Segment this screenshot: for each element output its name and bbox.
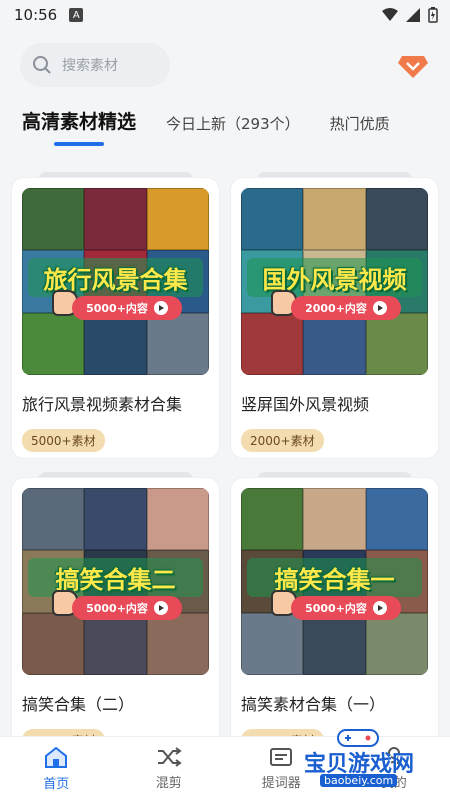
thumbnail-tile: [365, 188, 428, 251]
play-icon: [372, 601, 387, 615]
thumbnail-tile: [84, 612, 147, 675]
thumbnail-tile: [365, 312, 428, 375]
home-icon: [45, 746, 68, 768]
nav-item-remix[interactable]: 混剪: [113, 737, 226, 800]
content-count-pill: 2000+内容: [291, 296, 401, 320]
thumbnail-tile: [146, 612, 209, 675]
card-title: 搞笑合集（二）: [22, 695, 135, 714]
gamepad-icon: [337, 729, 379, 747]
thumbnail-tile: [303, 312, 366, 375]
nav-label-remix: 混剪: [155, 776, 182, 791]
material-count-badge: 2000+素材: [241, 429, 324, 452]
card-thumbnail: 旅行风景合集 5000+内容: [22, 188, 209, 375]
thumbnail-tile: [22, 188, 85, 251]
play-icon: [153, 601, 168, 615]
pill-text: 2000+内容: [305, 302, 367, 315]
search-icon: [33, 56, 51, 74]
tab-new-today[interactable]: 今日上新（293个）: [166, 113, 300, 148]
card-thumbnail: 国外风景视频 2000+内容: [241, 188, 428, 375]
signal-icon: [406, 8, 420, 22]
active-tab-indicator: [54, 142, 104, 146]
play-icon: [372, 301, 387, 315]
nav-label-home: 首页: [43, 777, 70, 792]
thumbnail-tile: [241, 188, 304, 251]
battery-icon: [428, 7, 438, 23]
material-grid: 旅行风景合集 5000+内容 旅行风景视频素材合集 5000+素材 国外风景视频…: [12, 172, 438, 758]
material-card[interactable]: 国外风景视频 2000+内容 竖屏国外风景视频 2000+素材: [231, 172, 438, 458]
pill-text: 5000+内容: [86, 602, 148, 615]
top-bar: 搜索素材: [0, 30, 450, 100]
thumbnail-tile: [365, 612, 428, 675]
status-bar: 10:56 A: [0, 0, 450, 30]
card-thumbnail: 搞笑合集二 5000+内容: [22, 488, 209, 675]
thumbnail-tile: [146, 188, 209, 251]
status-time: 10:56: [14, 6, 58, 24]
notification-icon: A: [69, 8, 84, 22]
thumbnail-tile: [241, 488, 304, 551]
category-tabs: 高清素材精选 今日上新（293个） 热门优质: [0, 100, 450, 148]
content-count-pill: 5000+内容: [72, 296, 182, 320]
search-input[interactable]: 搜索素材: [20, 43, 170, 87]
pill-text: 5000+内容: [86, 302, 148, 315]
thumbnail-tile: [146, 488, 209, 551]
nav-label-teleprompter: 提词器: [261, 776, 301, 791]
card-title: 旅行风景视频素材合集: [22, 395, 183, 414]
content-count-pill: 5000+内容: [291, 596, 401, 620]
pill-text: 5000+内容: [305, 602, 367, 615]
site-watermark: 宝贝游戏网 baobeiy.com: [304, 726, 416, 792]
card-title: 竖屏国外风景视频: [241, 395, 370, 414]
material-count-badge: 5000+素材: [22, 429, 105, 452]
thumbnail-tile: [146, 312, 209, 375]
search-placeholder: 搜索素材: [62, 58, 118, 74]
thumbnail-tile: [84, 488, 147, 551]
thumbnail-tile: [22, 612, 85, 675]
thumbnail-tile: [241, 612, 304, 675]
thumbnail-tile: [365, 488, 428, 551]
thumbnail-tile: [22, 312, 85, 375]
thumbnail-tile: [303, 488, 366, 551]
nav-item-home[interactable]: 首页: [0, 737, 113, 800]
card-title: 搞笑素材合集（一）: [241, 695, 386, 714]
teleprompter-icon: [270, 748, 293, 766]
watermark-url: baobeiy.com: [320, 774, 398, 787]
shuffle-icon: [157, 747, 182, 767]
material-card[interactable]: 搞笑合集一 5000+内容 搞笑素材合集（一） 5000+素材: [231, 472, 438, 758]
vip-diamond-icon[interactable]: [396, 48, 430, 82]
card-thumbnail: 搞笑合集一 5000+内容: [241, 488, 428, 675]
wifi-icon: [382, 8, 398, 21]
content-count-pill: 5000+内容: [72, 596, 182, 620]
play-icon: [153, 301, 168, 315]
thumbnail-tile: [84, 312, 147, 375]
thumbnail-tile: [22, 488, 85, 551]
tab-popular[interactable]: 热门优质: [330, 113, 390, 148]
thumbnail-tile: [303, 612, 366, 675]
thumbnail-tile: [84, 188, 147, 251]
material-card[interactable]: 旅行风景合集 5000+内容 旅行风景视频素材合集 5000+素材: [12, 172, 219, 458]
thumbnail-tile: [303, 188, 366, 251]
thumbnail-tile: [241, 312, 304, 375]
material-card[interactable]: 搞笑合集二 5000+内容 搞笑合集（二） 5000+素材: [12, 472, 219, 758]
